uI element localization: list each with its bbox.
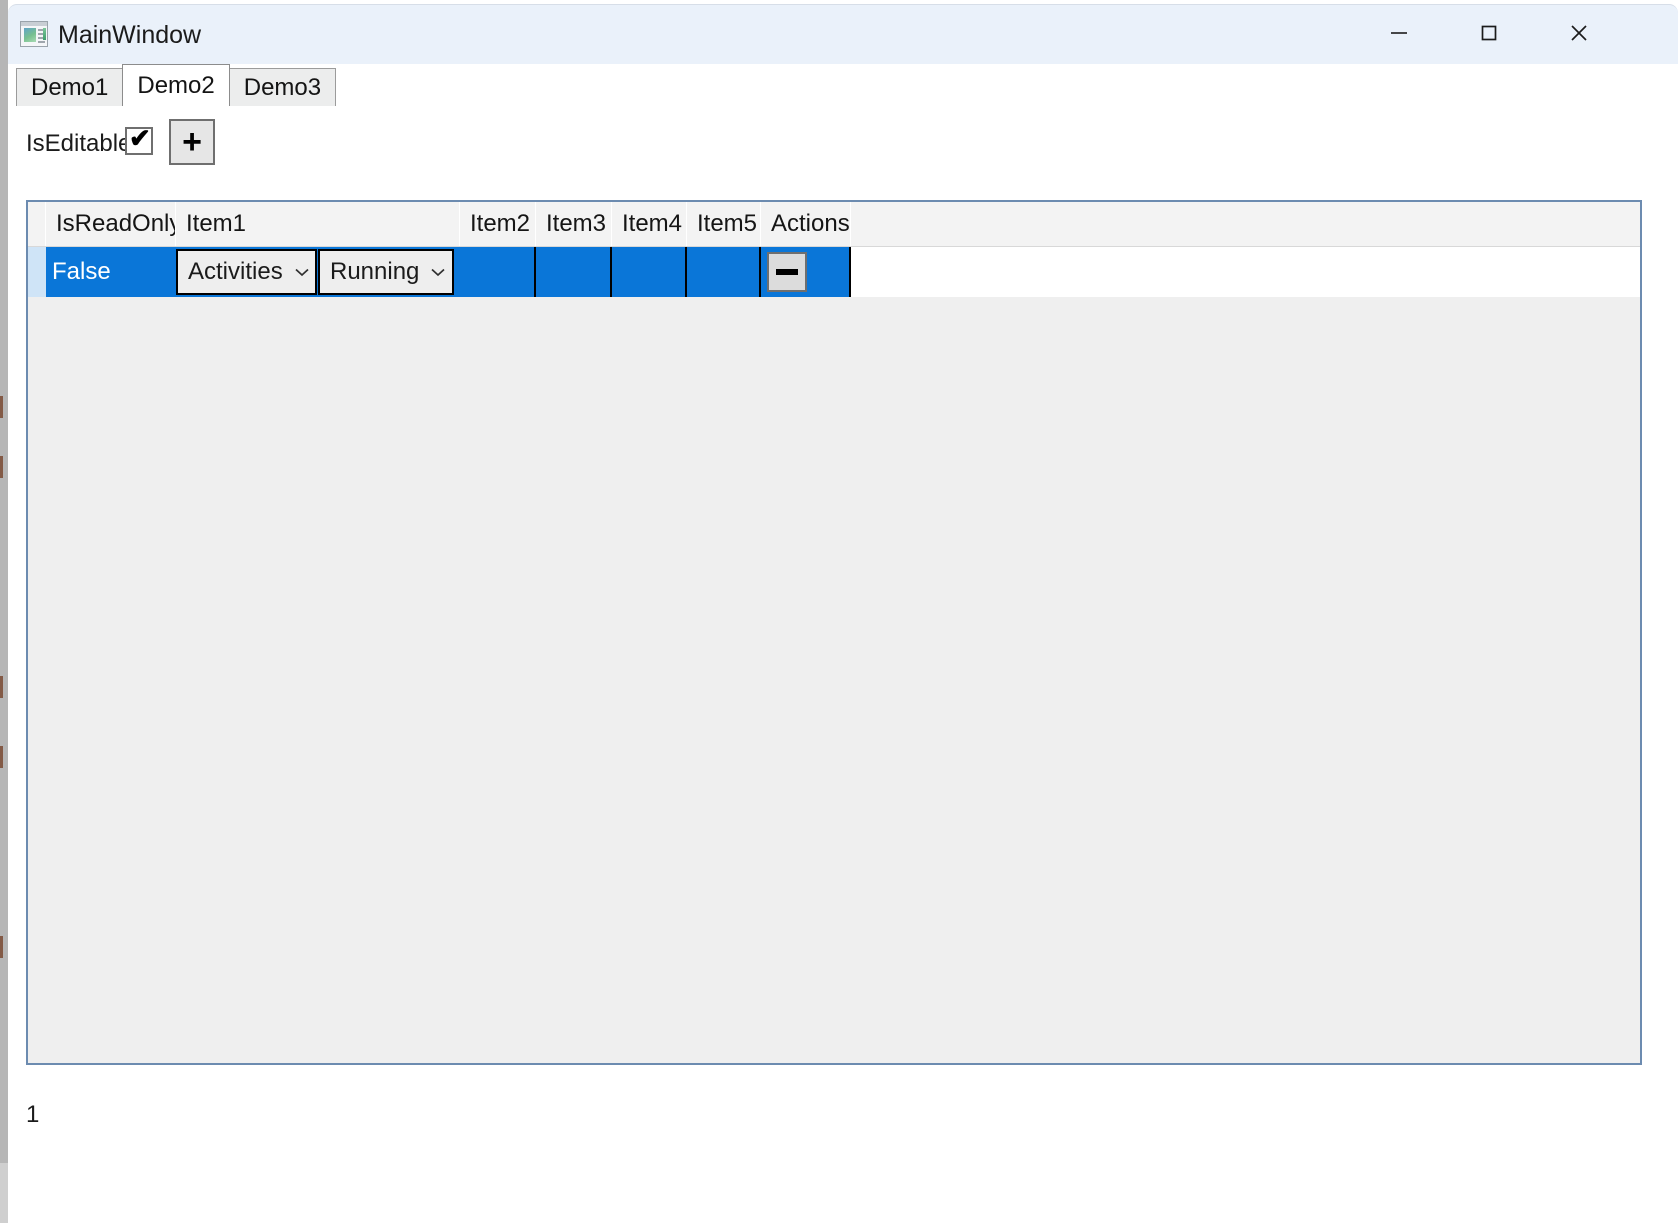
tab-demo3[interactable]: Demo3	[228, 68, 337, 106]
background-artifact	[0, 396, 3, 418]
tab-demo1[interactable]: Demo1	[16, 68, 124, 106]
cell-item2[interactable]	[460, 247, 536, 297]
chevron-down-icon	[429, 266, 447, 278]
column-header-item3[interactable]: Item3	[536, 202, 612, 246]
combobox-value: Running	[330, 258, 420, 285]
tab-label: Demo1	[31, 73, 109, 101]
table-row[interactable]: False Activities Running	[28, 247, 1640, 297]
tab-content-demo2: IsEditable ✔ + IsReadOnly Item1 Item2 It…	[8, 106, 1678, 1223]
main-window: MainWindow Demo1 Demo2 Demo3 IsEditable …	[8, 4, 1678, 1223]
cell-actions[interactable]	[761, 247, 851, 297]
add-row-button[interactable]: +	[169, 119, 215, 165]
cell-item5[interactable]	[687, 247, 761, 297]
column-header-item4[interactable]: Item4	[612, 202, 687, 246]
title-bar: MainWindow	[8, 4, 1678, 64]
activity-type-combobox[interactable]: Activities	[176, 249, 317, 295]
close-button[interactable]	[1548, 5, 1610, 61]
cell-item1[interactable]: Activities Running	[176, 247, 460, 297]
data-grid-empty-area	[28, 297, 1640, 1063]
close-icon	[1571, 25, 1587, 41]
row-filler	[851, 247, 1640, 297]
is-editable-label: IsEditable	[26, 130, 132, 157]
row-selector-header	[28, 202, 46, 246]
minimize-button[interactable]	[1368, 5, 1430, 61]
background-artifact	[0, 456, 3, 478]
maximize-icon	[1481, 25, 1497, 41]
data-grid-header: IsReadOnly Item1 Item2 Item3 Item4 Item5…	[28, 202, 1640, 247]
background-window-footer	[0, 1163, 8, 1223]
cell-item3[interactable]	[536, 247, 612, 297]
tab-label: Demo3	[243, 73, 322, 101]
activity-status-combobox[interactable]: Running	[318, 249, 454, 295]
app-window-icon	[20, 21, 48, 47]
minus-icon	[776, 269, 798, 275]
background-artifact	[0, 746, 3, 768]
chevron-down-icon	[293, 266, 311, 278]
is-editable-checkbox[interactable]: ✔	[125, 123, 153, 155]
tab-label: Demo2	[137, 71, 215, 99]
column-header-item2[interactable]: Item2	[460, 202, 536, 246]
combobox-value: Activities	[188, 258, 283, 285]
column-header-item1[interactable]: Item1	[176, 202, 460, 246]
tab-strip: Demo1 Demo2 Demo3	[8, 64, 1678, 106]
data-grid: IsReadOnly Item1 Item2 Item3 Item4 Item5…	[26, 200, 1642, 1065]
row-selector-cell[interactable]	[28, 247, 46, 297]
column-header-item5[interactable]: Item5	[687, 202, 761, 246]
background-artifact	[0, 936, 3, 958]
column-header-filler	[851, 202, 1640, 246]
check-icon: ✔	[129, 123, 151, 153]
column-header-isreadonly[interactable]: IsReadOnly	[46, 202, 176, 246]
tab-demo2[interactable]: Demo2	[122, 64, 230, 106]
toolbar: IsEditable ✔ +	[8, 106, 1678, 186]
status-count: 1	[26, 1101, 40, 1128]
background-window-strip	[0, 0, 8, 1223]
column-header-actions[interactable]: Actions	[761, 202, 851, 246]
cell-isreadonly: False	[46, 247, 176, 297]
minimize-icon	[1391, 32, 1407, 34]
background-artifact	[0, 676, 3, 698]
window-title: MainWindow	[58, 21, 202, 49]
remove-row-button[interactable]	[767, 252, 807, 292]
plus-icon: +	[182, 123, 202, 161]
maximize-button[interactable]	[1458, 5, 1520, 61]
cell-item4[interactable]	[612, 247, 687, 297]
